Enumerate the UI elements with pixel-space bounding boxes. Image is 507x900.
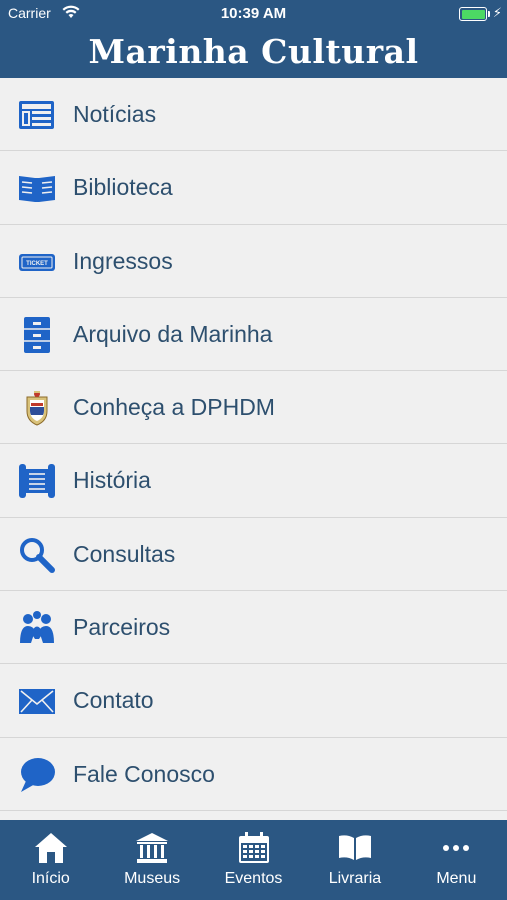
- tab-label: Livraria: [328, 870, 382, 887]
- app-header: Marinha Cultural: [0, 28, 507, 78]
- calendar-icon: [237, 832, 271, 864]
- newspaper-icon: [18, 96, 56, 134]
- more-icon: [439, 832, 473, 864]
- file-cabinet-icon: [18, 316, 56, 354]
- charging-bolt-icon: ⚡︎: [492, 5, 502, 20]
- menu-item-fale-conosco[interactable]: Fale Conosco: [0, 737, 507, 811]
- menu-item-arquivo-da-marinha[interactable]: Arquivo da Marinha: [0, 297, 507, 372]
- menu-item-ingressos[interactable]: TICKET Ingressos: [0, 224, 507, 298]
- menu-item-parceiros[interactable]: Parceiros: [0, 591, 507, 665]
- menu-item-label: Parceiros: [73, 614, 171, 641]
- menu-item-contato[interactable]: Contato: [0, 664, 507, 738]
- menu-item-label: Ingressos: [73, 247, 173, 274]
- open-book-icon: [18, 169, 56, 207]
- battery-tip: [488, 11, 490, 17]
- svg-text:TICKET: TICKET: [26, 261, 48, 267]
- battery-icon: [459, 7, 487, 21]
- scroll-icon: [18, 462, 56, 500]
- menu-item-label: Biblioteca: [73, 174, 173, 201]
- menu-item-label: História: [73, 467, 151, 494]
- envelope-icon: [18, 682, 56, 720]
- magnifier-icon: [18, 536, 56, 574]
- page-title: Marinha Cultural: [88, 32, 419, 71]
- tab-label: Eventos: [224, 870, 283, 887]
- menu-item-historia[interactable]: História: [0, 444, 507, 518]
- tab-livraria[interactable]: Livraria: [304, 820, 405, 900]
- menu-item-consultas[interactable]: Consultas: [0, 517, 507, 592]
- menu-item-label: Fale Conosco: [73, 760, 215, 787]
- people-icon: [18, 609, 56, 647]
- museum-icon: [135, 832, 169, 864]
- ticket-icon: TICKET: [18, 243, 56, 281]
- menu-item-label: Conheça a DPHDM: [73, 394, 275, 421]
- menu-item-label: Notícias: [73, 101, 157, 127]
- tab-museus[interactable]: Museus: [101, 820, 202, 900]
- clock: 10:39 AM: [220, 5, 287, 22]
- book-icon: [338, 832, 372, 864]
- tab-eventos[interactable]: Eventos: [203, 820, 304, 900]
- tab-menu[interactable]: Menu: [406, 820, 507, 900]
- home-icon: [34, 832, 68, 864]
- tab-label: Início: [31, 870, 70, 887]
- bottom-tab-bar: Início Museus Eventos Livraria Menu: [0, 820, 507, 900]
- menu-item-label: Contato: [73, 687, 154, 714]
- menu-item-conheca-a-dphdm[interactable]: Conheça a DPHDM: [0, 371, 507, 445]
- tab-inicio[interactable]: Início: [0, 820, 101, 900]
- navy-crest-icon: [18, 389, 56, 427]
- tab-label: Menu: [436, 870, 477, 887]
- menu-item-noticias[interactable]: Notícias: [0, 78, 507, 152]
- menu-item-biblioteca[interactable]: Biblioteca: [0, 151, 507, 225]
- chat-bubble-icon: [18, 756, 56, 794]
- menu-item-label: Consultas: [73, 540, 176, 567]
- tab-label: Museus: [124, 870, 181, 887]
- main-menu-list: Notícias Biblioteca TICKET Ingressos Arq…: [0, 78, 507, 811]
- status-bar: Carrier 10:39 AM ⚡︎: [0, 0, 507, 28]
- menu-item-label: Arquivo da Marinha: [73, 320, 273, 347]
